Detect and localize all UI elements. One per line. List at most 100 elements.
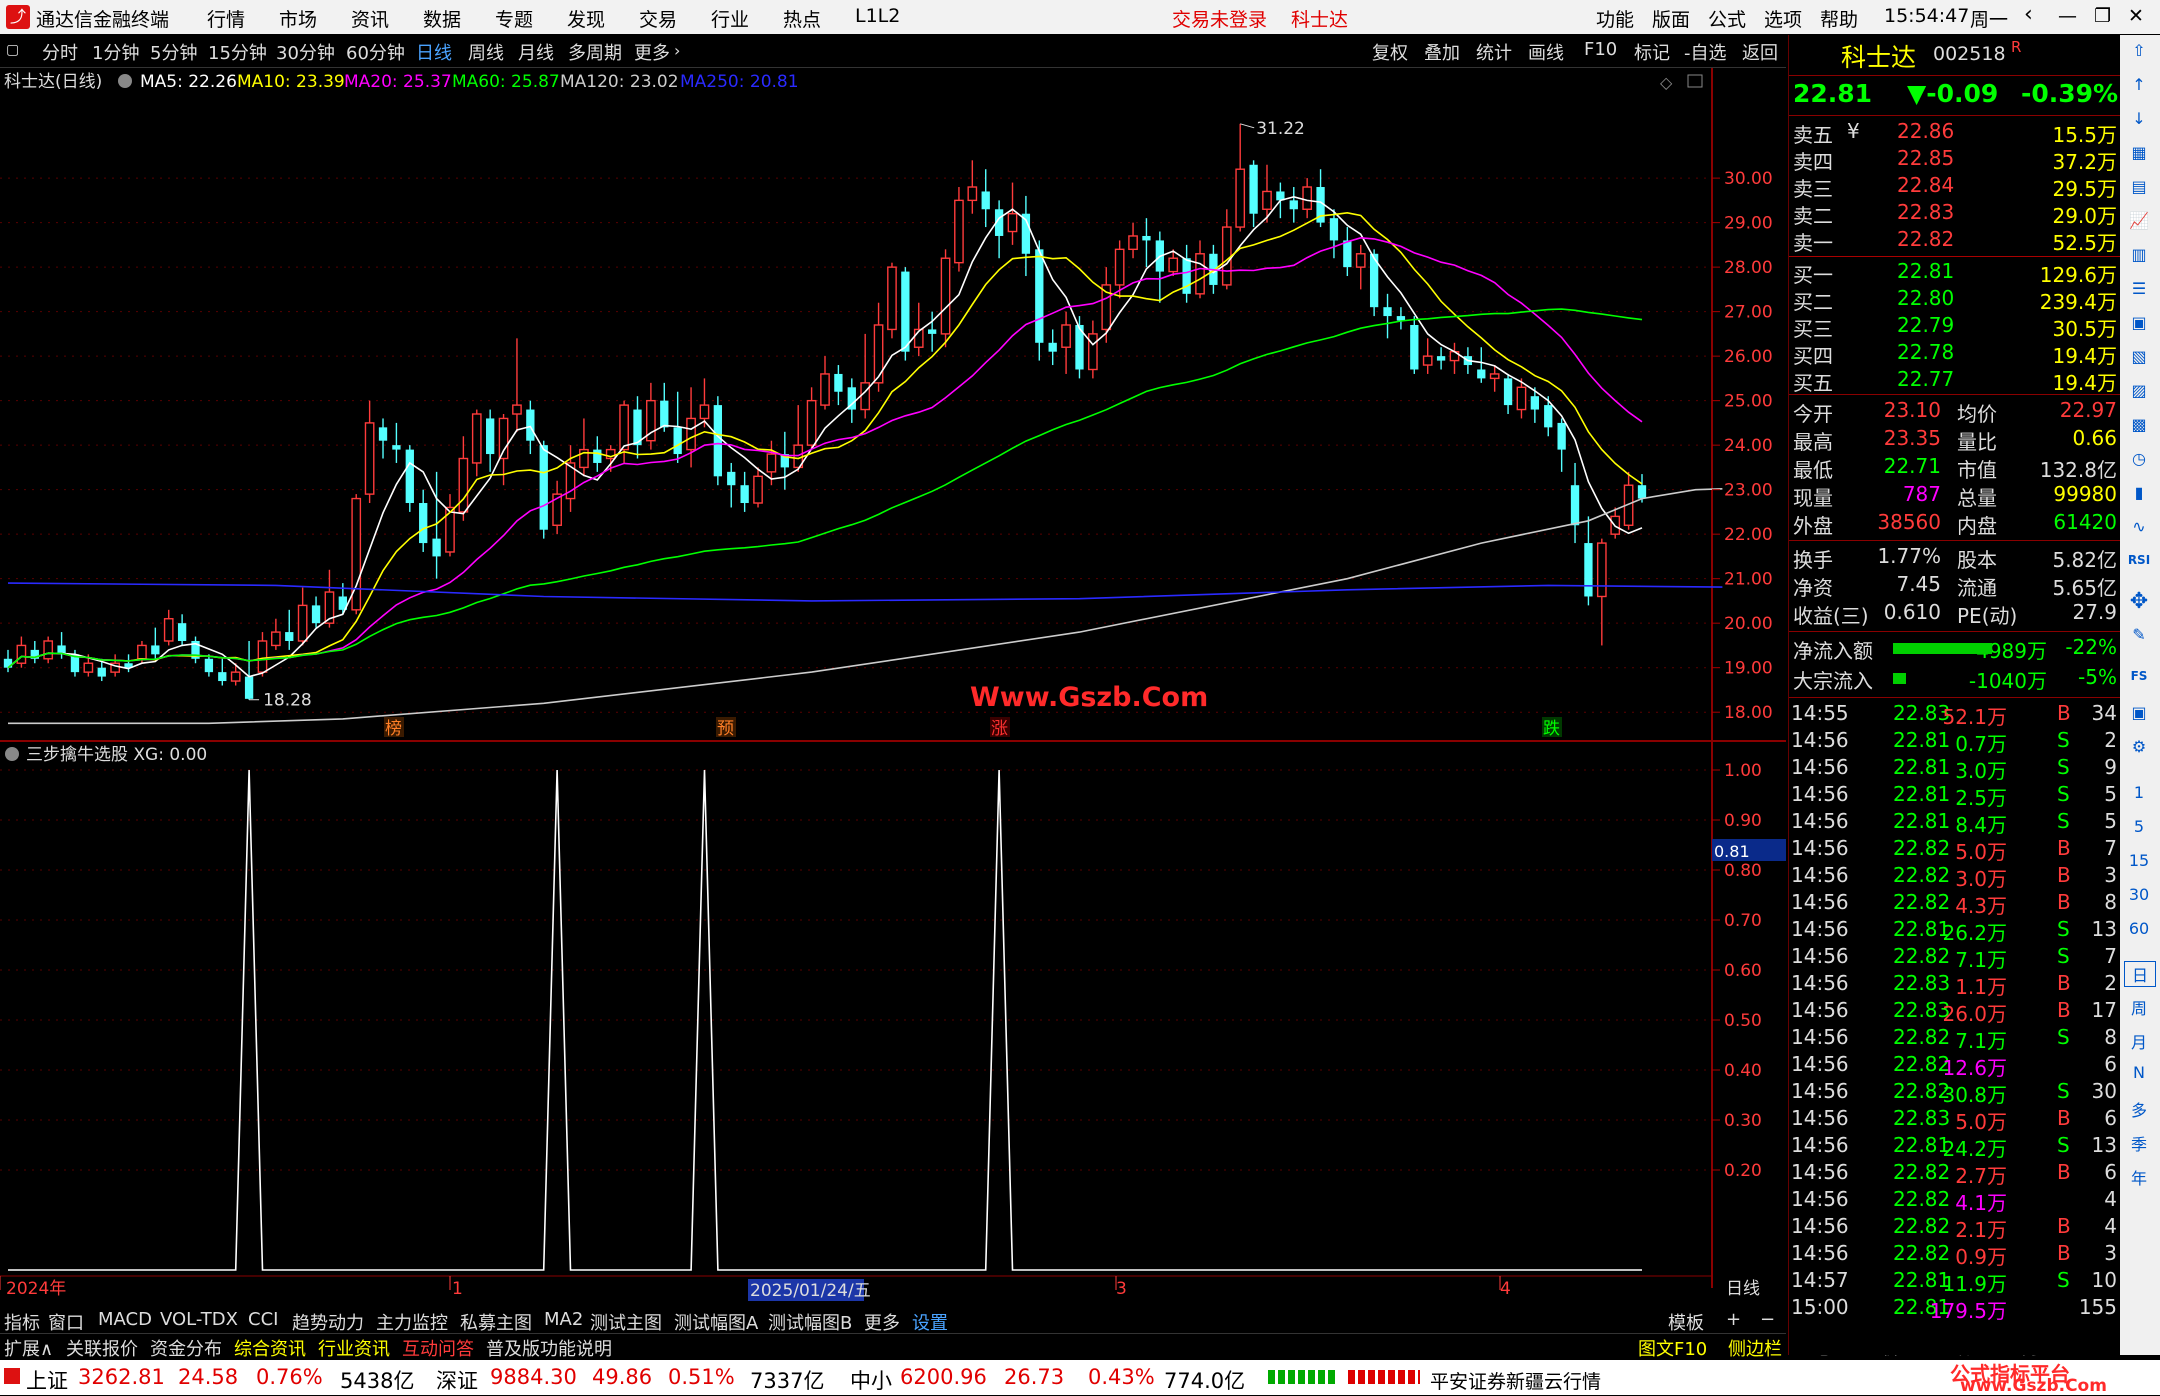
period-30-button[interactable]: 30 bbox=[2124, 885, 2154, 904]
collapse-icon[interactable] bbox=[5, 747, 19, 761]
add-panel-button[interactable]: + bbox=[1726, 1309, 1741, 1330]
period-multi[interactable]: 多周期 bbox=[568, 39, 622, 65]
collapse-icon[interactable] bbox=[118, 74, 132, 88]
trade-row[interactable]: 14:56 22.82 7.1万 S 8 bbox=[1789, 1025, 2121, 1053]
bid-row[interactable]: 买三 22.79 30.5万 bbox=[1789, 313, 2121, 341]
rsi-icon[interactable]: RSI bbox=[2124, 553, 2154, 567]
trade-row[interactable]: 14:56 22.83 1.1万 B 2 bbox=[1789, 971, 2121, 999]
book-icon[interactable]: ▧ bbox=[2124, 347, 2154, 366]
kline-icon[interactable]: ▥ bbox=[2124, 245, 2154, 264]
tab-zijin[interactable]: 资金分布 bbox=[150, 1335, 222, 1361]
login-status[interactable]: 交易未登录 bbox=[1172, 5, 1267, 32]
menu-hangqing[interactable]: 行情 bbox=[207, 5, 245, 32]
ask-row[interactable]: 卖五 ¥22.86 15.5万 bbox=[1789, 119, 2121, 147]
period-weekly[interactable]: 周线 bbox=[468, 39, 504, 65]
trade-row[interactable]: 14:56 22.83 5.0万 B 6 bbox=[1789, 1106, 2121, 1134]
menu-zhuanti[interactable]: 专题 bbox=[495, 5, 533, 32]
menu-shichang[interactable]: 市场 bbox=[279, 5, 317, 32]
close-icon[interactable]: ✕ bbox=[2128, 5, 2144, 27]
trade-row[interactable]: 14:56 22.81 26.2万 S 13 bbox=[1789, 917, 2121, 945]
sz-index-name[interactable]: 深证 bbox=[436, 1365, 478, 1395]
move-icon[interactable]: ✥ bbox=[2124, 589, 2154, 614]
tool-biaoji[interactable]: 标记 bbox=[1634, 39, 1670, 65]
menu-xuanxiang[interactable]: 选项 bbox=[1764, 5, 1802, 32]
restore-icon[interactable]: ❐ bbox=[2094, 5, 2111, 27]
bid-row[interactable]: 买五 22.77 19.4万 bbox=[1789, 367, 2121, 395]
menu-jiaoyi[interactable]: 交易 bbox=[639, 5, 677, 32]
bid-row[interactable]: 买一 22.81 129.6万 bbox=[1789, 259, 2121, 287]
table-icon[interactable]: ▤ bbox=[2124, 177, 2154, 196]
tab-macd[interactable]: MACD bbox=[98, 1309, 152, 1330]
menu-l1l2[interactable]: L1L2 bbox=[855, 5, 900, 27]
trade-row[interactable]: 14:56 22.81 0.7万 S 2 bbox=[1789, 728, 2121, 756]
pen-icon[interactable]: ✎ bbox=[2124, 625, 2154, 644]
ask-row[interactable]: 卖二 22.83 29.0万 bbox=[1789, 200, 2121, 228]
trade-row[interactable]: 14:56 22.81 3.0万 S 9 bbox=[1789, 755, 2121, 783]
period-year-button[interactable]: 年 bbox=[2124, 1165, 2154, 1189]
trade-row[interactable]: 14:56 22.81 24.2万 S 13 bbox=[1789, 1133, 2121, 1161]
ask-row[interactable]: 卖一 22.82 52.5万 bbox=[1789, 227, 2121, 255]
kline-chart[interactable]: 科士达(日线) MA5: 22.26 MA10: 23.39 MA20: 25.… bbox=[0, 68, 1786, 1306]
period-60min[interactable]: 60分钟 bbox=[346, 39, 405, 65]
menu-gongneng[interactable]: 功能 bbox=[1596, 5, 1634, 32]
tab-hudong[interactable]: 互动问答 bbox=[402, 1335, 474, 1361]
back-icon[interactable]: ‹ bbox=[2024, 2, 2033, 27]
tab-more[interactable]: 更多 bbox=[864, 1309, 900, 1335]
period-season-button[interactable]: 季 bbox=[2124, 1131, 2154, 1155]
tab-cci[interactable]: CCI bbox=[248, 1309, 278, 1330]
panel-toggle-icon[interactable] bbox=[1687, 74, 1703, 88]
fs-icon[interactable]: FS bbox=[2124, 669, 2154, 683]
tool-back[interactable]: 返回 bbox=[1742, 39, 1778, 65]
grid-icon[interactable]: ▦ bbox=[2124, 143, 2154, 162]
up-arrow-icon[interactable]: ⇧ bbox=[2124, 41, 2154, 60]
trend-icon[interactable]: 📈 bbox=[2124, 211, 2154, 230]
marker-yu[interactable]: 预 bbox=[717, 719, 734, 739]
trade-row[interactable]: 14:55 22.83 52.1万 B 34 bbox=[1789, 701, 2121, 729]
trade-row[interactable]: 14:56 22.82 5.0万 B 7 bbox=[1789, 836, 2121, 864]
server-name[interactable]: 平安证券新疆云行情 bbox=[1430, 1367, 1601, 1394]
trade-row[interactable]: 14:56 22.82 4.3万 B 8 bbox=[1789, 890, 2121, 918]
menu-faxian[interactable]: 发现 bbox=[567, 5, 605, 32]
period-week-button[interactable]: 周 bbox=[2124, 995, 2154, 1019]
marker-bang[interactable]: 榜 bbox=[385, 719, 402, 739]
period-daily[interactable]: 日线 bbox=[416, 39, 452, 65]
menu-banmian[interactable]: 版面 bbox=[1652, 5, 1690, 32]
period-day-button[interactable]: 日 bbox=[2124, 961, 2156, 987]
period-15min[interactable]: 15分钟 bbox=[208, 39, 267, 65]
tab-guanlian[interactable]: 关联报价 bbox=[66, 1335, 138, 1361]
trade-row[interactable]: 14:56 22.82 30.8万 S 30 bbox=[1789, 1079, 2121, 1107]
chevron-right-icon[interactable]: › bbox=[674, 41, 680, 60]
tool-tongji[interactable]: 统计 bbox=[1476, 39, 1512, 65]
trade-row[interactable]: 14:56 22.82 0.9万 B 3 bbox=[1789, 1241, 2121, 1269]
down-arrow-icon[interactable]: ↓ bbox=[2124, 109, 2154, 128]
tool-diejia[interactable]: 叠加 bbox=[1424, 39, 1460, 65]
minimize-icon[interactable]: — bbox=[2058, 5, 2077, 27]
menu-shuju[interactable]: 数据 bbox=[423, 5, 461, 32]
period-30min[interactable]: 30分钟 bbox=[276, 39, 335, 65]
bars-icon[interactable]: ▮ bbox=[2124, 483, 2154, 502]
bid-row[interactable]: 买二 22.80 239.4万 bbox=[1789, 286, 2121, 314]
diamond-icon[interactable]: ◇ bbox=[1660, 73, 1673, 92]
tab-template[interactable]: 模板 bbox=[1668, 1309, 1704, 1335]
bid-row[interactable]: 买四 22.78 19.4万 bbox=[1789, 340, 2121, 368]
tab-ceshi-main[interactable]: 测试主图 bbox=[590, 1309, 662, 1335]
tab-settings[interactable]: 设置 bbox=[912, 1309, 948, 1335]
list-icon[interactable]: ☰ bbox=[2124, 279, 2154, 298]
period-multi-button[interactable]: 多 bbox=[2124, 1097, 2154, 1121]
trade-row[interactable]: 14:56 22.82 2.1万 B 4 bbox=[1789, 1214, 2121, 1242]
document-icon[interactable]: ▨ bbox=[2124, 381, 2154, 400]
trade-row[interactable]: 14:56 22.82 7.1万 S 7 bbox=[1789, 944, 2121, 972]
window-menu-icon[interactable]: ▢ bbox=[6, 42, 19, 58]
tab-zhibiao[interactable]: 指标 bbox=[4, 1309, 40, 1335]
green-box-icon[interactable]: ▣ bbox=[2124, 703, 2154, 722]
trade-row[interactable]: 14:56 22.82 3.0万 B 3 bbox=[1789, 863, 2121, 891]
gear-icon[interactable]: ⚙ bbox=[2124, 737, 2154, 756]
period-5min[interactable]: 5分钟 bbox=[150, 39, 197, 65]
ask-row[interactable]: 卖四 22.85 37.2万 bbox=[1789, 146, 2121, 174]
marker-die[interactable]: 跌 bbox=[1543, 719, 1560, 739]
period-n-button[interactable]: N bbox=[2124, 1063, 2154, 1082]
menu-zixun[interactable]: 资讯 bbox=[351, 5, 389, 32]
marker-zhang[interactable]: 涨 bbox=[991, 719, 1008, 739]
trade-row[interactable]: 14:56 22.82 12.6万 6 bbox=[1789, 1052, 2121, 1080]
up-arrow-icon[interactable]: ↑ bbox=[2124, 75, 2154, 94]
